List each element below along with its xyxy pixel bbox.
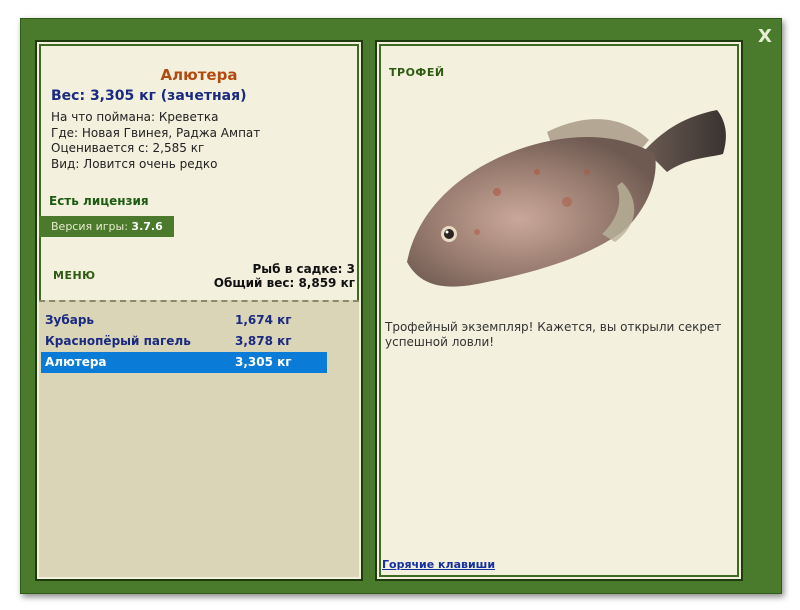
bait-line: На что поймана: Креветка: [51, 110, 219, 124]
trophy-panel: ТРОФЕЙ Трофейный экземпляр! Кажется, вы …: [375, 40, 743, 581]
fish-details: На что поймана: Креветка Где: Новая Гвин…: [51, 110, 260, 172]
list-item-selected[interactable]: Алютера 3,305 кг: [41, 352, 327, 373]
location-line: Где: Новая Гвинея, Раджа Ампат: [51, 125, 261, 140]
total-weight: Общий вес: 8,859 кг: [213, 276, 355, 290]
fish-image: [407, 110, 726, 287]
fish-weight: Вес: 3,305 кг (зачетная): [51, 88, 247, 104]
trophy-description: Трофейный экземпляр! Кажется, вы открыли…: [385, 320, 722, 349]
list-item[interactable]: Зубарь 1,674 кг: [41, 310, 327, 331]
list-item-weight: 3,878 кг: [235, 334, 292, 348]
fish-list: Зубарь 1,674 кг Краснопёрый пагель 3,878…: [39, 300, 359, 577]
fish-title: Алютера: [160, 66, 238, 84]
cage-summary: Рыб в садке: 3 Общий вес: 8,859 кг: [214, 262, 355, 290]
valued-from-line: Оценивается с: 2,585 кг: [51, 141, 205, 155]
hotkeys-link[interactable]: Горячие клавиши: [382, 558, 495, 571]
menu-button[interactable]: МЕНЮ: [53, 269, 96, 282]
list-item-weight: 1,674 кг: [235, 313, 292, 327]
list-item-weight: 3,305 кг: [235, 355, 292, 369]
version-value: 3.7.6: [131, 220, 163, 233]
version-bar: Версия игры: 3.7.6: [39, 216, 174, 237]
list-item-name: Зубарь: [45, 313, 95, 327]
version-label: Версия игры:: [51, 220, 128, 233]
rarity-line: Вид: Ловится очень редко: [51, 156, 218, 171]
list-item-name: Краснопёрый пагель: [45, 334, 191, 348]
license-status: Есть лицензия: [49, 194, 149, 208]
list-item-name: Алютера: [45, 355, 107, 369]
close-button[interactable]: X: [754, 27, 776, 47]
fish-info-panel: Алютера Вес: 3,305 кг (зачетная) На что …: [35, 40, 363, 581]
cage-count: Рыб в садке: 3: [252, 262, 356, 276]
list-item[interactable]: Краснопёрый пагель 3,878 кг: [41, 331, 327, 352]
